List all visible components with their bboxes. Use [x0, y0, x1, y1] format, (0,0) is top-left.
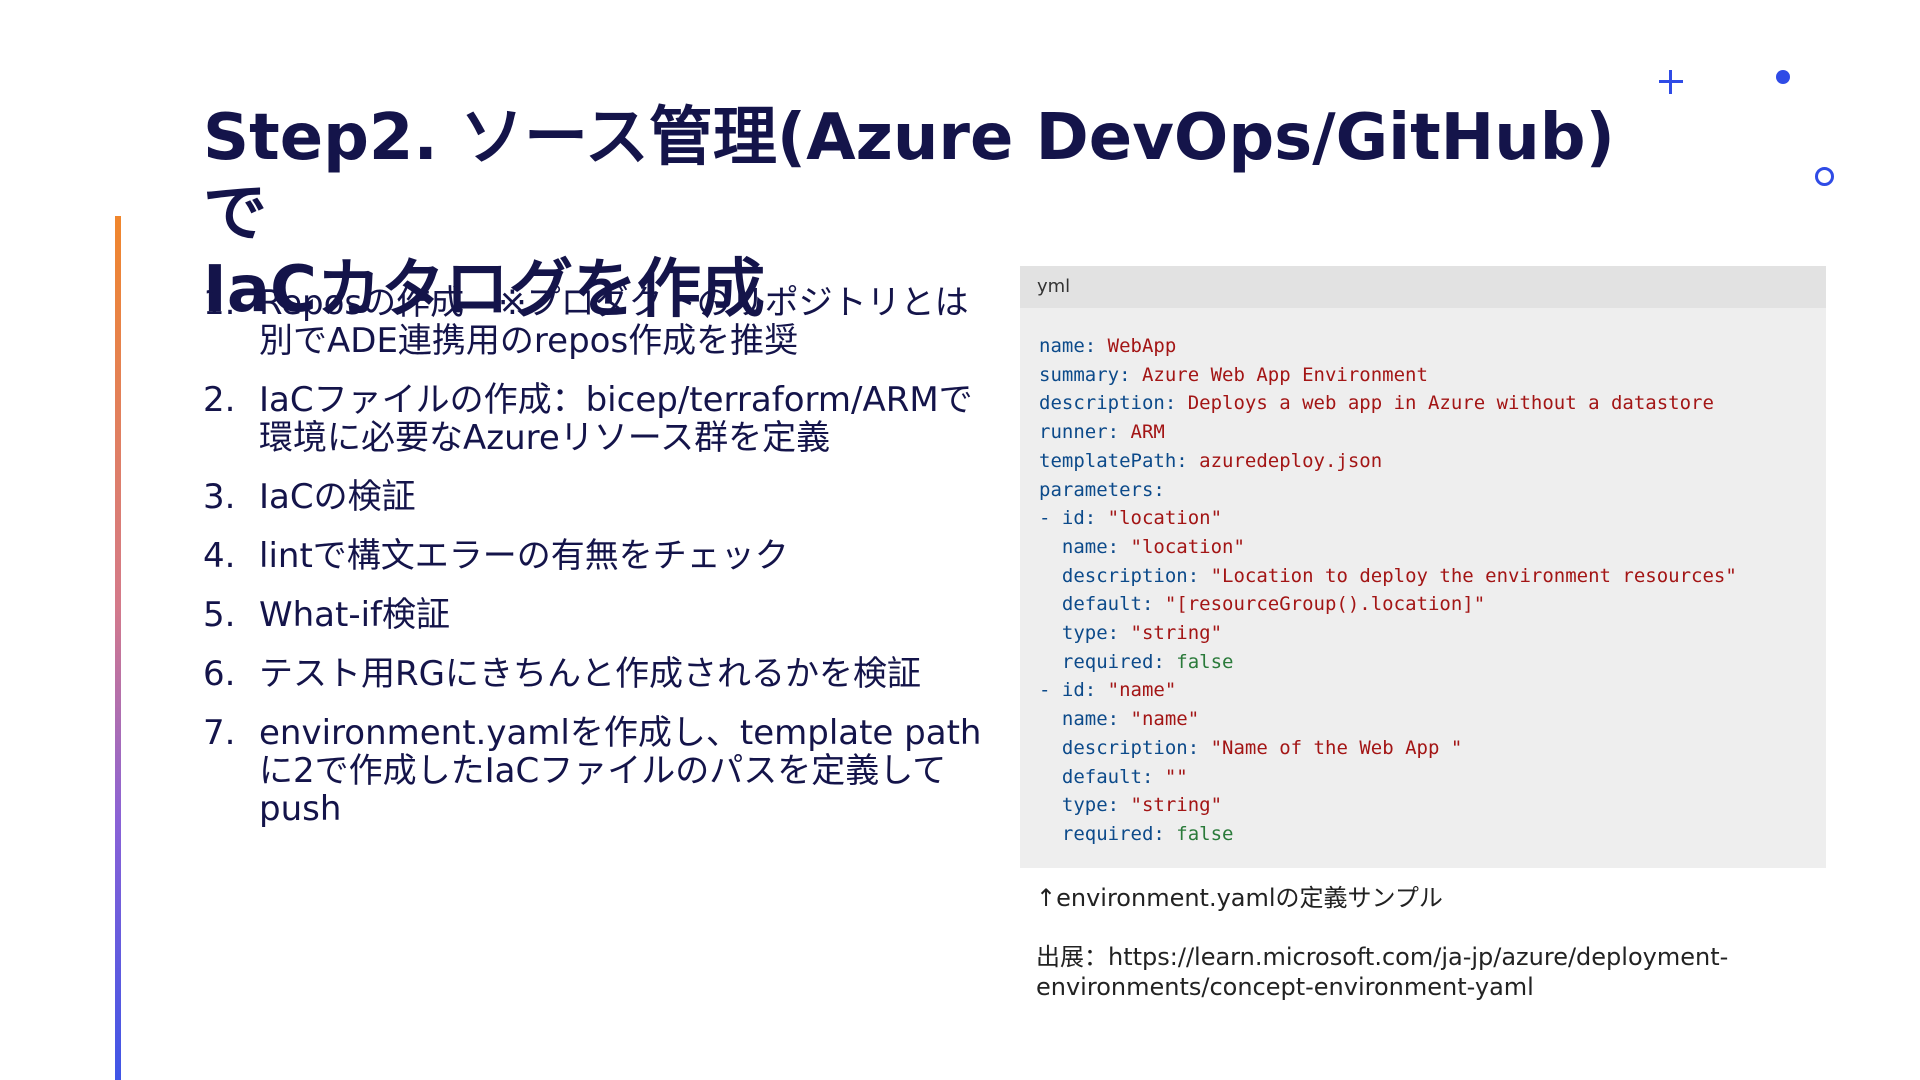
- step-text: IaCの検証: [259, 477, 416, 517]
- code-key: description:: [1061, 564, 1200, 587]
- dot-decoration-icon: [1776, 70, 1790, 84]
- code-line: parameters:: [1039, 476, 1826, 505]
- step-number: 5.: [203, 595, 236, 635]
- code-line: description: "Name of the Web App ": [1039, 734, 1826, 763]
- step-number: 6.: [203, 654, 236, 694]
- code-value: WebApp: [1096, 335, 1177, 357]
- code-key: default:: [1061, 593, 1154, 616]
- code-key: summary:: [1039, 363, 1131, 386]
- step-text: テスト用RGにきちんと作成されるかを検証: [259, 654, 921, 694]
- code-line: description: "Location to deploy the env…: [1039, 562, 1826, 591]
- accent-bar: [115, 216, 121, 1080]
- code-line: required: false: [1039, 820, 1826, 849]
- code-line: templatePath: azuredeploy.json: [1039, 447, 1826, 476]
- code-value: "string": [1119, 622, 1223, 645]
- code-line: description: Deploys a web app in Azure …: [1039, 389, 1826, 418]
- step-number: 4.: [203, 536, 236, 576]
- code-line: summary: Azure Web App Environment: [1039, 361, 1826, 390]
- step-item: 1. Reposの作成 ※プロダクトのリポジトリとは別でADE連携用のrepos作…: [203, 284, 993, 360]
- code-value: "": [1153, 765, 1188, 788]
- code-value: "name": [1096, 679, 1177, 702]
- code-line: default: "": [1039, 763, 1826, 792]
- ring-decoration-icon: [1815, 167, 1834, 186]
- step-item: 2. IaCファイルの作成：bicep/terraform/ARMで環境に必要なA…: [203, 381, 993, 457]
- code-line: required: false: [1039, 648, 1826, 677]
- code-language-tab: yml: [1020, 266, 1826, 308]
- code-caption: ↑environment.yamlの定義サンプル: [1036, 884, 1443, 912]
- code-key: required:: [1061, 650, 1165, 673]
- code-line: runner: ARM: [1039, 418, 1826, 447]
- step-text: environment.yamlを作成し、template pathに2で作成し…: [259, 713, 982, 829]
- code-key: templatePath:: [1039, 449, 1188, 472]
- code-line: - id: "name": [1039, 676, 1826, 705]
- code-key: description:: [1039, 392, 1177, 415]
- code-key: required:: [1061, 822, 1165, 845]
- code-key: - id:: [1039, 679, 1097, 702]
- code-key: runner:: [1039, 421, 1120, 444]
- code-value: "location": [1119, 535, 1245, 558]
- step-text: lintで構文エラーの有無をチェック: [259, 536, 789, 576]
- step-number: 7.: [203, 713, 236, 753]
- steps-list: 1. Reposの作成 ※プロダクトのリポジトリとは別でADE連携用のrepos作…: [203, 284, 993, 849]
- code-value: "string": [1119, 794, 1223, 817]
- code-key: name:: [1061, 708, 1120, 731]
- code-value: "[resourceGroup().location]": [1153, 593, 1486, 616]
- source-line2: environments/concept-environment-yaml: [1036, 973, 1534, 1001]
- code-key: - id:: [1039, 507, 1097, 530]
- step-text: What-if検証: [259, 595, 451, 635]
- code-key: description:: [1061, 736, 1200, 759]
- step-item: 7. environment.yamlを作成し、template pathに2で作…: [203, 714, 993, 828]
- code-value: Azure Web App Environment: [1130, 363, 1428, 386]
- code-line: type: "string": [1039, 791, 1826, 820]
- step-item: 5. What-if検証: [203, 596, 993, 634]
- step-text: IaCファイルの作成：bicep/terraform/ARMで環境に必要なAzu…: [259, 380, 973, 458]
- code-key: default:: [1061, 765, 1154, 788]
- code-value: "Location to deploy the environment reso…: [1199, 564, 1737, 587]
- step-number: 1.: [203, 283, 236, 323]
- plus-decoration-icon: [1659, 70, 1683, 94]
- code-line: type: "string": [1039, 619, 1826, 648]
- step-item: 6. テスト用RGにきちんと作成されるかを検証: [203, 655, 993, 693]
- code-value: ARM: [1119, 421, 1165, 444]
- source-citation: 出展：https://learn.microsoft.com/ja-jp/azu…: [1036, 942, 1816, 1002]
- code-block: name: WebApp summary: Azure Web App Envir…: [1020, 308, 1826, 849]
- code-key: type:: [1061, 622, 1120, 645]
- source-line1: 出展：https://learn.microsoft.com/ja-jp/azu…: [1036, 943, 1729, 971]
- step-number: 3.: [203, 477, 236, 517]
- code-key: name:: [1039, 335, 1097, 357]
- code-key: name:: [1061, 535, 1120, 558]
- code-line: name: "name": [1039, 705, 1826, 734]
- code-value: false: [1164, 650, 1234, 673]
- step-number: 2.: [203, 380, 236, 420]
- step-item: 3. IaCの検証: [203, 478, 993, 516]
- step-text: Reposの作成 ※プロダクトのリポジトリとは別でADE連携用のrepos作成を…: [259, 283, 969, 361]
- code-value: azuredeploy.json: [1187, 449, 1383, 472]
- step-item: 4. lintで構文エラーの有無をチェック: [203, 537, 993, 575]
- code-line: default: "[resourceGroup().location]": [1039, 590, 1826, 619]
- code-line: name: WebApp: [1039, 332, 1826, 361]
- code-sample-box: yml name: WebApp summary: Azure Web App E…: [1020, 266, 1826, 868]
- code-value: "Name of the Web App ": [1199, 736, 1463, 759]
- code-value: false: [1164, 822, 1234, 845]
- code-key: type:: [1061, 794, 1120, 817]
- code-line: name: "location": [1039, 533, 1826, 562]
- code-value: "name": [1119, 708, 1200, 731]
- slide-title-line1: Step2. ソース管理(Azure DevOps/GitHub)で: [203, 101, 1615, 251]
- code-line: - id: "location": [1039, 504, 1826, 533]
- code-key: parameters:: [1039, 478, 1165, 501]
- code-value: Deploys a web app in Azure without a dat…: [1176, 392, 1714, 415]
- code-value: "location": [1096, 507, 1223, 530]
